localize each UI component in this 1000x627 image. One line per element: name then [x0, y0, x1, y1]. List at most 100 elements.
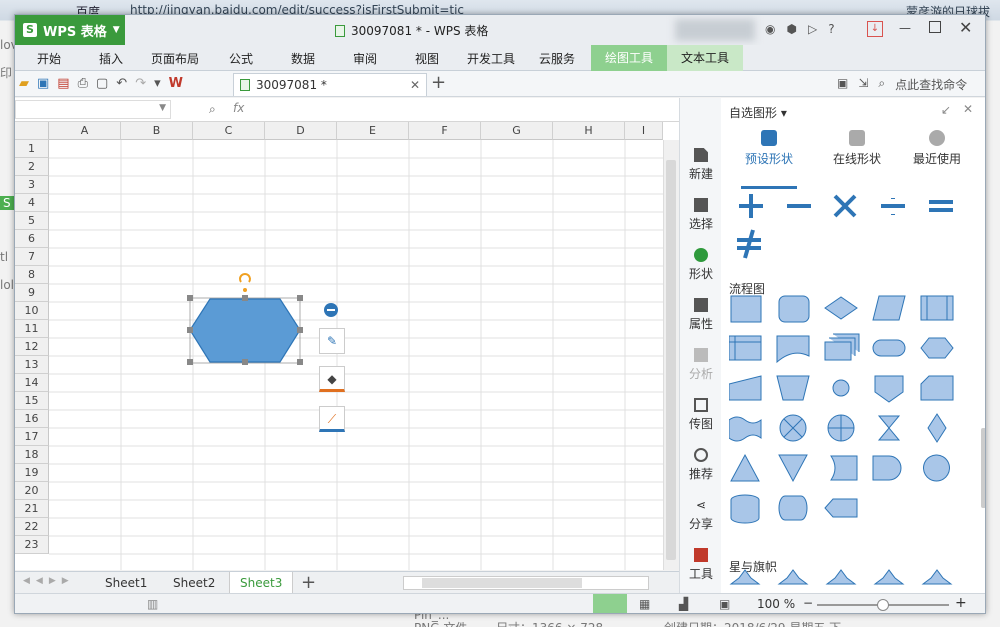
maximize-button[interactable] — [929, 21, 941, 33]
outline-color-icon[interactable]: ⟋ — [319, 406, 345, 432]
zoom-slider[interactable] — [817, 599, 949, 611]
row-header-19[interactable]: 19 — [15, 464, 49, 482]
row-header-13[interactable]: 13 — [15, 356, 49, 374]
rotate-handle-icon[interactable] — [239, 273, 251, 283]
h-scroll-thumb[interactable] — [422, 578, 582, 588]
star-shape-icon[interactable] — [777, 569, 809, 585]
column-header-I[interactable]: I — [625, 122, 663, 140]
settings-icon[interactable]: ⬢ — [786, 22, 796, 36]
row-header-4[interactable]: 4 — [15, 194, 49, 212]
row-header-22[interactable]: 22 — [15, 518, 49, 536]
normal-view-icon[interactable] — [593, 594, 627, 613]
download-icon[interactable]: ↓ — [867, 21, 883, 37]
open-icon[interactable]: ▰ — [19, 76, 29, 91]
row-header-6[interactable]: 6 — [15, 230, 49, 248]
panel-close-icon[interactable]: ✕ — [963, 102, 973, 116]
rounded-process-shape-icon[interactable] — [778, 295, 810, 323]
scroll-thumb[interactable] — [666, 160, 676, 560]
zoom-in-icon[interactable]: + — [955, 595, 967, 611]
star-shape-icon[interactable] — [921, 569, 953, 585]
select-all-corner[interactable] — [15, 122, 49, 140]
column-header-H[interactable]: H — [553, 122, 625, 140]
collate-shape-icon[interactable] — [877, 415, 901, 441]
data-shape-icon[interactable] — [872, 295, 906, 321]
document-tab[interactable]: 30097081 * ✕ — [233, 73, 427, 96]
column-header-G[interactable]: G — [481, 122, 553, 140]
horizontal-scrollbar[interactable] — [403, 576, 649, 590]
row-header-23[interactable]: 23 — [15, 536, 49, 554]
row-header-11[interactable]: 11 — [15, 320, 49, 338]
zoom-slider-thumb[interactable] — [877, 599, 889, 611]
edit-shape-icon[interactable]: ✎ — [319, 328, 345, 354]
pdf-icon[interactable]: ▤ — [57, 76, 69, 91]
menu-drawing-tools[interactable]: 绘图工具 — [591, 45, 668, 71]
redo-icon[interactable]: ↷ — [135, 76, 146, 91]
column-header-D[interactable]: D — [265, 122, 337, 140]
multi-document-shape-icon[interactable] — [824, 333, 860, 361]
fx-label[interactable]: fx — [233, 101, 244, 115]
nav-properties[interactable]: 属性 — [680, 298, 722, 332]
menu-text-tools[interactable]: 文本工具 — [667, 45, 744, 71]
fill-color-icon[interactable]: ◆ — [319, 366, 345, 392]
row-header-14[interactable]: 14 — [15, 374, 49, 392]
save-icon[interactable]: ▣ — [37, 76, 49, 91]
name-box[interactable]: ▼ — [15, 100, 171, 119]
menu-cloud[interactable]: 云服务 — [539, 50, 575, 67]
process-shape-icon[interactable] — [730, 295, 762, 323]
undo-icon[interactable]: ↶ — [116, 76, 127, 91]
divide-shape-icon[interactable] — [881, 198, 905, 215]
or-shape-icon[interactable] — [827, 414, 855, 442]
menu-data[interactable]: 数据 — [291, 50, 315, 67]
row-header-1[interactable]: 1 — [15, 140, 49, 158]
close-button[interactable]: ✕ — [959, 18, 972, 37]
row-header-10[interactable]: 10 — [15, 302, 49, 320]
dropdown-icon[interactable]: ▾ — [154, 76, 161, 91]
nav-new[interactable]: 新建 — [680, 148, 722, 182]
display-icon[interactable]: ▣ — [837, 76, 848, 93]
punched-tape-shape-icon[interactable] — [729, 416, 762, 442]
nav-analysis[interactable]: 分析 — [680, 348, 722, 382]
nav-recommend[interactable]: 推荐 — [680, 448, 722, 482]
minimize-button[interactable]: — — [899, 21, 911, 35]
shape-gallery[interactable] — [729, 192, 969, 592]
help-icon[interactable]: ? — [828, 22, 834, 36]
panel-title[interactable]: 自选图形 ▾ — [729, 104, 787, 121]
feedback-icon[interactable]: ⇲ — [858, 76, 868, 93]
multiply-shape-icon[interactable] — [833, 194, 857, 218]
column-header-A[interactable]: A — [49, 122, 121, 140]
tab-online-shapes[interactable]: 在线形状 — [817, 130, 897, 167]
column-header-B[interactable]: B — [121, 122, 193, 140]
predefined-process-shape-icon[interactable] — [920, 295, 954, 321]
row-header-8[interactable]: 8 — [15, 266, 49, 284]
nav-tools[interactable]: 工具 — [680, 548, 722, 582]
nav-share[interactable]: ⋖ 分享 — [680, 498, 722, 532]
close-tab-icon[interactable]: ✕ — [410, 78, 420, 92]
nav-shapes[interactable]: 形状 — [680, 248, 722, 282]
search-command[interactable]: 点此查找命令 — [895, 76, 967, 93]
reading-icon[interactable]: ▣ — [719, 597, 730, 611]
offpage-connector-shape-icon[interactable] — [874, 375, 904, 403]
manual-operation-shape-icon[interactable] — [776, 375, 810, 401]
zoom-out-icon[interactable]: − — [803, 596, 813, 610]
row-header-16[interactable]: 16 — [15, 410, 49, 428]
merge-shape-icon[interactable] — [778, 454, 808, 483]
vertical-scrollbar[interactable] — [663, 140, 679, 570]
decision-shape-icon[interactable] — [824, 296, 858, 320]
menu-insert[interactable]: 插入 — [99, 50, 123, 67]
sheet-tab-2[interactable]: Sheet2 — [163, 572, 225, 594]
sheet-tab-3[interactable]: Sheet3 — [229, 572, 294, 594]
tab-recent[interactable]: 最近使用 — [897, 130, 977, 167]
nav-select[interactable]: 选择 — [680, 198, 722, 232]
print-icon[interactable]: ⎙ — [78, 76, 88, 91]
direct-access-storage-shape-icon[interactable] — [778, 495, 808, 521]
page-view-icon[interactable]: ▦ — [639, 597, 650, 611]
panel-scroll-thumb[interactable] — [981, 428, 985, 508]
sequential-storage-shape-icon[interactable] — [923, 454, 950, 482]
summing-junction-shape-icon[interactable] — [779, 414, 807, 442]
row-header-3[interactable]: 3 — [15, 176, 49, 194]
row-header-17[interactable]: 17 — [15, 428, 49, 446]
equal-shape-icon[interactable] — [929, 200, 953, 212]
display-shape-icon[interactable] — [824, 498, 858, 518]
share-icon[interactable]: ▷ — [808, 22, 817, 36]
tab-preset-shapes[interactable]: 预设形状 — [729, 130, 809, 167]
